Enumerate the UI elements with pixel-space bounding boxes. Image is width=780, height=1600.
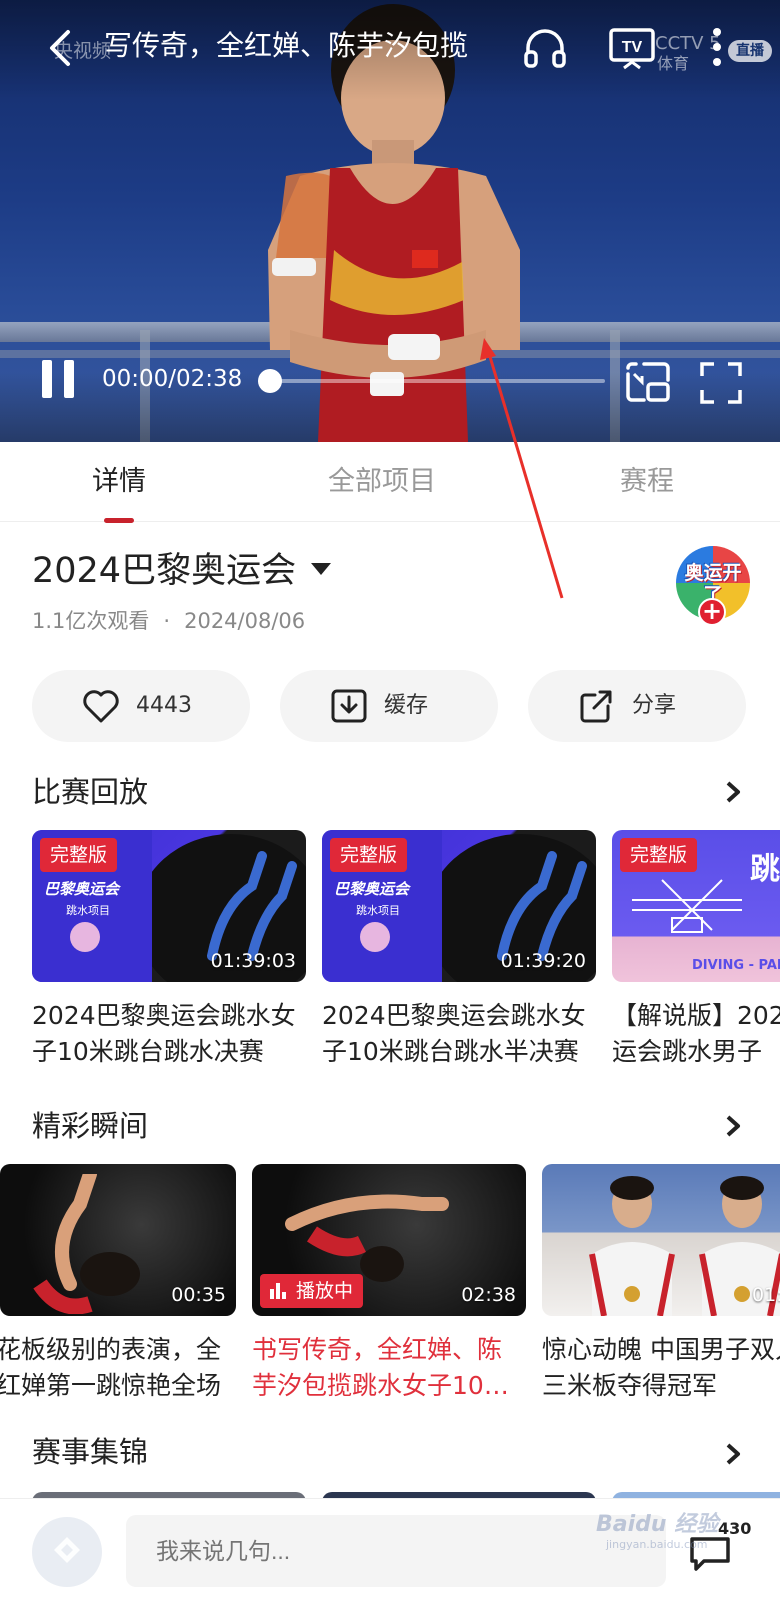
publish-date: 2024/08/06 [184, 609, 306, 633]
page: 央视频 写传奇，全红婵、陈芋汐包揽 TV CCTV 5 体育 直播 00:00/… [0, 0, 780, 1600]
video-player[interactable]: 央视频 写传奇，全红婵、陈芋汐包揽 TV CCTV 5 体育 直播 00:00/… [0, 0, 780, 442]
like-button[interactable]: 4443 [32, 670, 250, 742]
card-title: 2024巴黎奥运会跳水女子10米跳台跳水决赛 [32, 1001, 296, 1066]
highlight-card[interactable]: 00:35 花板级别的表演，全红婵第一跳惊艳全场 [0, 1164, 236, 1404]
section-title-collection: 赛事集锦 [32, 1435, 149, 1469]
chevron-right-icon[interactable] [722, 1112, 746, 1140]
follow-plus-icon[interactable]: + [698, 598, 726, 626]
card-title: 花板级别的表演，全红婵第一跳惊艳全场 [0, 1335, 222, 1400]
thumb-seal [360, 922, 390, 952]
download-icon [331, 689, 367, 723]
replay-thumbnail: 跳 DIVING - PARIS 完整版 [612, 830, 780, 982]
user-avatar[interactable] [32, 1517, 102, 1587]
tab-schedule[interactable]: 赛程 [620, 442, 674, 522]
tv-cast-icon[interactable]: TV [608, 26, 656, 70]
section-title-highlights: 精彩瞬间 [32, 1109, 149, 1143]
like-count: 4443 [136, 693, 192, 718]
thumb-subtext: DIVING - PARIS [692, 958, 780, 973]
diver-figure [207, 851, 297, 961]
cache-label: 缓存 [384, 693, 429, 718]
fullscreen-icon[interactable] [700, 362, 742, 404]
video-duration: 01:39:20 [500, 950, 586, 972]
replay-thumbnail: 巴黎奥运会 跳水项目 完整版 01:39:03 [32, 830, 306, 982]
pool-diagram [632, 879, 742, 933]
video-duration: 01: [752, 1284, 780, 1306]
thumb-seal [70, 922, 100, 952]
replay-thumbnail: 巴黎奥运会 跳水项目 完整版 01:39:20 [322, 830, 596, 982]
replay-card[interactable]: 巴黎奥运会 跳水项目 完整版 01:39:03 2024巴黎奥运会跳水女子10米… [32, 830, 306, 1070]
comment-count: 430 [718, 1519, 752, 1538]
svg-text:TV: TV [622, 39, 643, 56]
event-title[interactable]: 2024巴黎奥运会 [32, 548, 296, 594]
card-title: 惊心动魄 中国男子双人三米板夺得冠军 [542, 1335, 780, 1400]
progress-knob[interactable] [258, 369, 282, 393]
card-title: 2024巴黎奥运会跳水女子10米跳台跳水半决赛 [322, 1001, 586, 1066]
video-duration: 01:39:03 [210, 950, 296, 972]
active-tab-indicator [104, 518, 134, 523]
default-avatar-icon [54, 1537, 80, 1563]
cache-button[interactable]: 缓存 [280, 670, 498, 742]
highlight-card-playing[interactable]: 播放中 02:38 书写传奇，全红婵、陈芋汐包揽跳水女子10米台金银牌 [252, 1164, 526, 1404]
athletes-podium [589, 1176, 780, 1316]
chevron-right-icon[interactable] [722, 1440, 746, 1468]
baidu-watermark: Baidu 经验 jingyan.baidu.com [596, 1512, 719, 1551]
tab-details[interactable]: 详情 [92, 442, 146, 522]
live-badge[interactable]: 直播 [728, 40, 772, 62]
pause-icon[interactable] [40, 360, 78, 398]
share-label: 分享 [632, 693, 677, 718]
video-duration: 02:38 [461, 1284, 516, 1306]
progress-bar[interactable] [258, 369, 605, 393]
chevron-right-icon[interactable] [722, 778, 746, 806]
share-icon [580, 690, 612, 723]
now-playing-label: 播放中 [296, 1280, 354, 1302]
highlight-thumbnail: 播放中 02:38 [252, 1164, 526, 1316]
caret-down-icon[interactable] [310, 562, 332, 576]
section-title-replay: 比赛回放 [32, 775, 149, 809]
tab-bar: 详情 全部项目 赛程 [0, 442, 780, 522]
thumb-text: 巴黎奥运会 [334, 880, 410, 898]
highlight-thumbnail: 01: [542, 1164, 780, 1316]
heart-icon [83, 690, 119, 723]
full-version-badge: 完整版 [620, 838, 698, 872]
full-version-badge: 完整版 [40, 838, 118, 872]
full-version-badge: 完整版 [330, 838, 408, 872]
tab-all-events[interactable]: 全部项目 [328, 442, 436, 522]
headphones-icon[interactable] [520, 22, 570, 72]
more-vertical-icon[interactable] [710, 26, 724, 68]
video-duration: 00:35 [171, 1284, 226, 1306]
share-button[interactable]: 分享 [528, 670, 746, 742]
thumb-subtext: 跳水项目 [356, 904, 400, 917]
diver-figure [33, 1174, 140, 1314]
replay-card[interactable]: 跳 DIVING - PARIS 完整版 【解说版】2024巴黎奥运会跳水男子 [612, 830, 780, 1070]
view-count: 1.1亿次观看 [32, 609, 150, 633]
video-meta: 1.1亿次观看 · 2024/08/06 [32, 609, 306, 633]
equalizer-icon [270, 1283, 286, 1299]
comment-input[interactable] [126, 1515, 666, 1587]
picture-in-picture-icon[interactable] [624, 360, 672, 404]
video-title: 写传奇，全红婵、陈芋汐包揽 [104, 29, 469, 62]
diver-figure [497, 851, 587, 961]
now-playing-badge: 播放中 [260, 1274, 364, 1308]
playback-time: 00:00/02:38 [102, 366, 243, 392]
replay-card[interactable]: 巴黎奥运会 跳水项目 完整版 01:39:20 2024巴黎奥运会跳水女子10米… [322, 830, 596, 1070]
thumb-text: 巴黎奥运会 [44, 880, 120, 898]
highlight-thumbnail: 00:35 [0, 1164, 236, 1316]
card-title: 书写传奇，全红婵、陈芋汐包揽跳水女子10米台金银牌 [252, 1335, 509, 1400]
thumb-subtext: 跳水项目 [66, 904, 110, 917]
highlight-card[interactable]: 01: 惊心动魄 中国男子双人三米板夺得冠军 [542, 1164, 780, 1404]
back-arrow-icon[interactable] [40, 26, 84, 70]
thumb-text: 跳 [750, 852, 780, 887]
card-title: 【解说版】2024巴黎奥运会跳水男子 [612, 1001, 780, 1066]
